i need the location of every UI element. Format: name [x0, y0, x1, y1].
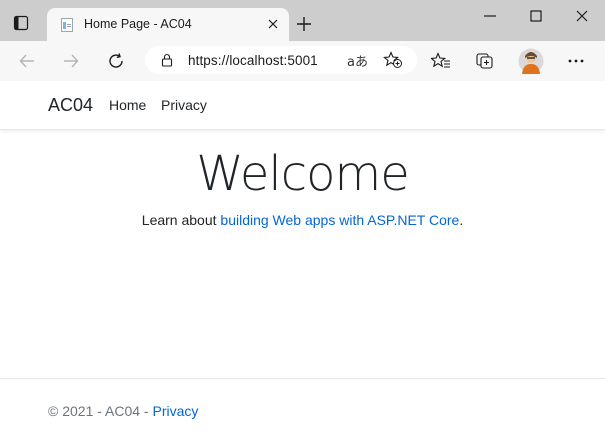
browser-tab[interactable]: Home Page - AC04 [47, 8, 289, 41]
back-button[interactable] [15, 49, 39, 73]
arrow-left-icon [19, 54, 34, 68]
read-aloud-icon[interactable]: aあ [347, 51, 368, 70]
refresh-icon [109, 53, 123, 68]
avatar[interactable] [518, 48, 544, 74]
site-brand[interactable]: AC04 [48, 95, 93, 116]
more-icon [568, 59, 584, 63]
plus-icon[interactable] [294, 14, 314, 34]
minimize-icon[interactable] [478, 6, 502, 26]
refresh-button[interactable] [104, 49, 128, 73]
footer-privacy-link[interactable]: Privacy [152, 403, 198, 419]
favorites-button[interactable] [429, 49, 453, 73]
close-icon[interactable] [570, 6, 594, 26]
tab-actions-icon[interactable] [9, 11, 33, 35]
aspnet-docs-link[interactable]: building Web apps with ASP.NET Core [220, 212, 459, 228]
collections-button[interactable] [473, 49, 497, 73]
footer-text: © 2021 - AC04 - Privacy [48, 403, 198, 419]
maximize-icon[interactable] [524, 6, 548, 26]
more-button[interactable] [564, 49, 588, 73]
nav-link-privacy[interactable]: Privacy [161, 97, 207, 113]
learn-suffix: . [459, 212, 464, 228]
arrow-right-icon [64, 54, 79, 68]
learn-prefix: Learn about [141, 212, 221, 228]
nav-link-home[interactable]: Home [109, 97, 146, 113]
forward-button[interactable] [59, 49, 83, 73]
site-header: AC04 Home Privacy [0, 81, 605, 130]
collections-icon [476, 53, 493, 69]
welcome-heading: Welcome [196, 146, 410, 202]
star-plus-icon[interactable] [383, 51, 403, 69]
page-favicon-icon [61, 18, 73, 32]
site-footer: © 2021 - AC04 - Privacy [0, 378, 605, 440]
favorites-icon [431, 52, 450, 68]
lock-icon[interactable] [159, 52, 175, 68]
address-bar[interactable]: https://localhost:5001 aあ [145, 46, 417, 74]
footer-copyright: © 2021 - AC04 - [48, 403, 153, 419]
url-text[interactable]: https://localhost:5001 [188, 53, 318, 68]
learn-paragraph: Learn about building Web apps with ASP.N… [0, 212, 605, 228]
close-icon[interactable] [265, 16, 281, 32]
tab-strip: Home Page - AC04 [0, 0, 605, 41]
browser-toolbar: https://localhost:5001 aあ [0, 41, 605, 82]
tab-title: Home Page - AC04 [84, 17, 192, 31]
